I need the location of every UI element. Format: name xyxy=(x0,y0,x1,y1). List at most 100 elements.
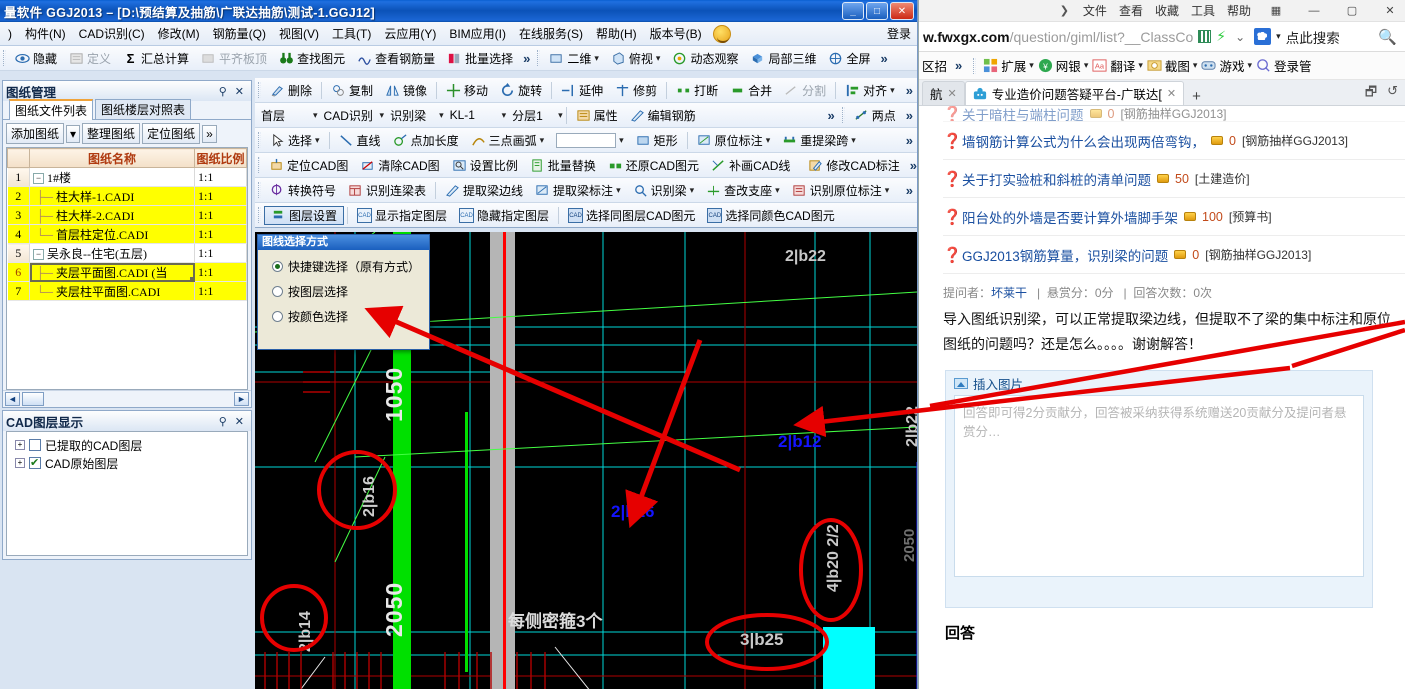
tool-break[interactable]: 打断 xyxy=(670,82,724,99)
tool-respan[interactable]: 重提梁跨 ▾ xyxy=(776,132,862,149)
pin-icon[interactable]: ⚲ xyxy=(215,85,231,98)
lightning-icon[interactable]: ⚡ xyxy=(1216,28,1226,45)
tool-view-rebar-qty[interactable]: 查看钢筋量 xyxy=(351,50,441,67)
table-row[interactable]: 4 └─ 首层柱定位.CADI 1:1 xyxy=(7,224,247,244)
tool-locate-cad[interactable]: 定位CAD图 xyxy=(263,157,354,174)
menu-item-5[interactable]: 工具(T) xyxy=(326,22,377,45)
row-name[interactable]: └─ 夹层柱平面图.CADI xyxy=(29,281,195,301)
answer-textarea[interactable]: 回答即可得2分贡献分，回答被采纳获得系统赠送20贡献分及提问者悬赏分… xyxy=(954,395,1364,577)
toolbar-overflow-2[interactable]: » xyxy=(876,51,891,66)
select-component[interactable]: KL-1 xyxy=(444,108,502,122)
search-engine-dropdown-icon[interactable]: ▾ xyxy=(1276,31,1281,42)
menu-overflow-icon[interactable]: ❯ xyxy=(1060,4,1069,17)
grip-r4[interactable] xyxy=(258,132,261,148)
grip-r2[interactable] xyxy=(258,82,261,98)
select-module[interactable]: CAD识别 xyxy=(318,107,380,124)
chevron-down-ext[interactable]: ▾ xyxy=(1029,60,1034,71)
chevron-down-arc[interactable]: ▾ xyxy=(540,135,545,146)
chevron-down-icon-2[interactable]: ▾ xyxy=(656,53,661,64)
tool-orbit[interactable]: 动态观察 xyxy=(666,50,744,67)
bookmark-translate[interactable]: Aa 翻译 ▾ xyxy=(1092,56,1143,75)
baidu-paw-icon[interactable] xyxy=(1254,28,1272,45)
tool-summary-calc[interactable]: Σ 汇总计算 xyxy=(117,50,195,67)
chevron-down-blank[interactable]: ▾ xyxy=(619,135,624,146)
tool-mirror[interactable]: 镜像 xyxy=(379,82,433,99)
tool-same-layer[interactable]: CAD 选择同图层CAD图元 xyxy=(562,207,701,224)
login-link[interactable]: 登录 xyxy=(887,25,911,42)
browser-tab-0[interactable]: 航 ✕ xyxy=(922,81,965,105)
browser-maximize-button[interactable]: ▢ xyxy=(1339,1,1365,21)
scroll-left-icon[interactable]: ◄ xyxy=(5,392,20,406)
chevron-down-search-icon[interactable]: ⌄ xyxy=(1231,30,1249,44)
qrcode-icon[interactable] xyxy=(1198,30,1212,43)
list-item[interactable]: ❓ GGJ2013钢筋算量，识别梁的问题 0 [钢筋抽样GGJ2013] xyxy=(943,236,1405,274)
add-drawing-dropdown-icon[interactable]: ▾ xyxy=(66,124,81,143)
url-text[interactable]: w.fwxgx.com/question/giml/list?__ClassCo xyxy=(923,29,1193,45)
menu-item-10[interactable]: 版本号(B) xyxy=(644,22,708,45)
table-row-selected[interactable]: 6 ├─ 夹层平面图.CADI (当 1:1 xyxy=(7,262,247,282)
question-title[interactable]: 阳台处的外墙是否要计算外墙脚手架 xyxy=(962,207,1178,227)
radio-by-color[interactable]: 按颜色选择 xyxy=(272,308,429,325)
question-title[interactable]: GGJ2013钢筋算量，识别梁的问题 xyxy=(962,245,1168,265)
maximize-button[interactable]: □ xyxy=(866,2,888,20)
chevron-down-bank[interactable]: ▾ xyxy=(1084,60,1089,71)
question-title[interactable]: 关于打实验桩和斜桩的清单问题 xyxy=(962,169,1151,189)
row-name[interactable]: − 吴永良--住宅(五层) xyxy=(29,243,195,263)
restore-tab-icon[interactable]: 🗗 xyxy=(1365,83,1377,105)
layer-checkbox[interactable] xyxy=(29,439,41,451)
question-title[interactable]: 关于暗柱与端柱问题 xyxy=(962,106,1084,122)
bookmark-extension[interactable]: 扩展 ▾ xyxy=(983,56,1034,75)
close-icon[interactable]: ✕ xyxy=(231,85,248,98)
toolbar-grip[interactable] xyxy=(3,50,6,66)
bookmark-game[interactable]: 游戏 ▾ xyxy=(1201,56,1252,75)
browser-urlbar[interactable]: w.fwxgx.com/question/giml/list?__ClassCo… xyxy=(919,22,1405,52)
radio-by-layer-indicator[interactable] xyxy=(272,286,283,297)
drawing-hscrollbar[interactable]: ◄ ► xyxy=(3,390,251,407)
tool-extract-beam-note[interactable]: 提取梁标注 ▾ xyxy=(529,182,627,199)
tool-2d-view[interactable]: 二维 ▾ xyxy=(543,50,605,67)
layer-node-extracted[interactable]: + 已提取的CAD图层 xyxy=(15,436,247,454)
tool-point-length[interactable]: 点加长度 xyxy=(387,132,465,149)
toolbar-overflow-r4[interactable]: » xyxy=(902,133,917,148)
tool-line[interactable]: 直线 xyxy=(333,132,387,149)
tab-file-list[interactable]: 图纸文件列表 xyxy=(9,99,94,120)
chevron-down-icon-align[interactable]: ▾ xyxy=(890,85,895,96)
chevron-down-respan[interactable]: ▾ xyxy=(851,135,856,146)
drawing-buttons-overflow[interactable]: » xyxy=(202,124,217,143)
close-button[interactable]: ✕ xyxy=(890,2,914,20)
refresh-icon[interactable]: ↺ xyxy=(1387,83,1398,105)
tool-local3d[interactable]: 局部三维 xyxy=(744,50,822,67)
tool-clear-cad[interactable]: 清除CAD图 xyxy=(354,157,445,174)
grip-r6[interactable] xyxy=(258,182,261,198)
combo-blank[interactable]: ▾ xyxy=(550,132,630,148)
asker-name[interactable]: 坏莱干 xyxy=(991,286,1027,300)
tool-move[interactable]: 移动 xyxy=(440,82,494,99)
toolbar-overflow-r5[interactable]: » xyxy=(906,158,917,173)
tool-layer-settings[interactable]: 图层设置 xyxy=(264,205,345,225)
browser-menu-help[interactable]: 帮助 xyxy=(1227,2,1251,19)
tool-extend[interactable]: 延伸 xyxy=(555,82,609,99)
tool-recognize-table[interactable]: 识别连梁表 xyxy=(342,182,432,199)
row-name[interactable]: −1#楼 xyxy=(29,167,195,187)
menu-item-9[interactable]: 帮助(H) xyxy=(590,22,643,45)
layer-checkbox-checked[interactable] xyxy=(29,456,41,469)
scroll-right-icon[interactable]: ► xyxy=(234,392,249,406)
tool-check-support[interactable]: 查改支座 ▾ xyxy=(700,182,786,199)
tool-hide[interactable]: 隐藏 xyxy=(9,50,63,67)
tool-set-scale[interactable]: 设置比例 xyxy=(446,157,524,174)
tool-trim[interactable]: 修剪 xyxy=(609,82,663,99)
expand-plus-icon-2[interactable]: + xyxy=(15,458,25,468)
tool-draw-cad-line[interactable]: 补画CAD线 xyxy=(705,157,796,174)
tool-hide-layer[interactable]: CAD 隐藏指定图层 xyxy=(453,207,555,224)
tool-define[interactable]: 定义 xyxy=(63,50,117,67)
table-row[interactable]: 2 ├─ 柱大样-1.CADI 1:1 xyxy=(7,186,247,206)
browser-close-button[interactable]: ✕ xyxy=(1377,1,1403,21)
bookmark-overflow-icon[interactable]: » xyxy=(951,58,966,73)
chevron-down-layer[interactable]: ▾ xyxy=(558,110,563,121)
toolbar-overflow-r6[interactable]: » xyxy=(902,183,917,198)
tab-close-icon[interactable]: ✕ xyxy=(948,87,957,100)
list-item[interactable]: ❓ 关于打实验桩和斜桩的清单问题 50 [土建造价] xyxy=(943,160,1405,198)
grip-r3[interactable] xyxy=(841,107,845,123)
row-name[interactable]: ├─ 柱大样-2.CADI xyxy=(29,205,195,225)
tool-align-slab-top[interactable]: 平齐板顶 xyxy=(195,50,273,67)
